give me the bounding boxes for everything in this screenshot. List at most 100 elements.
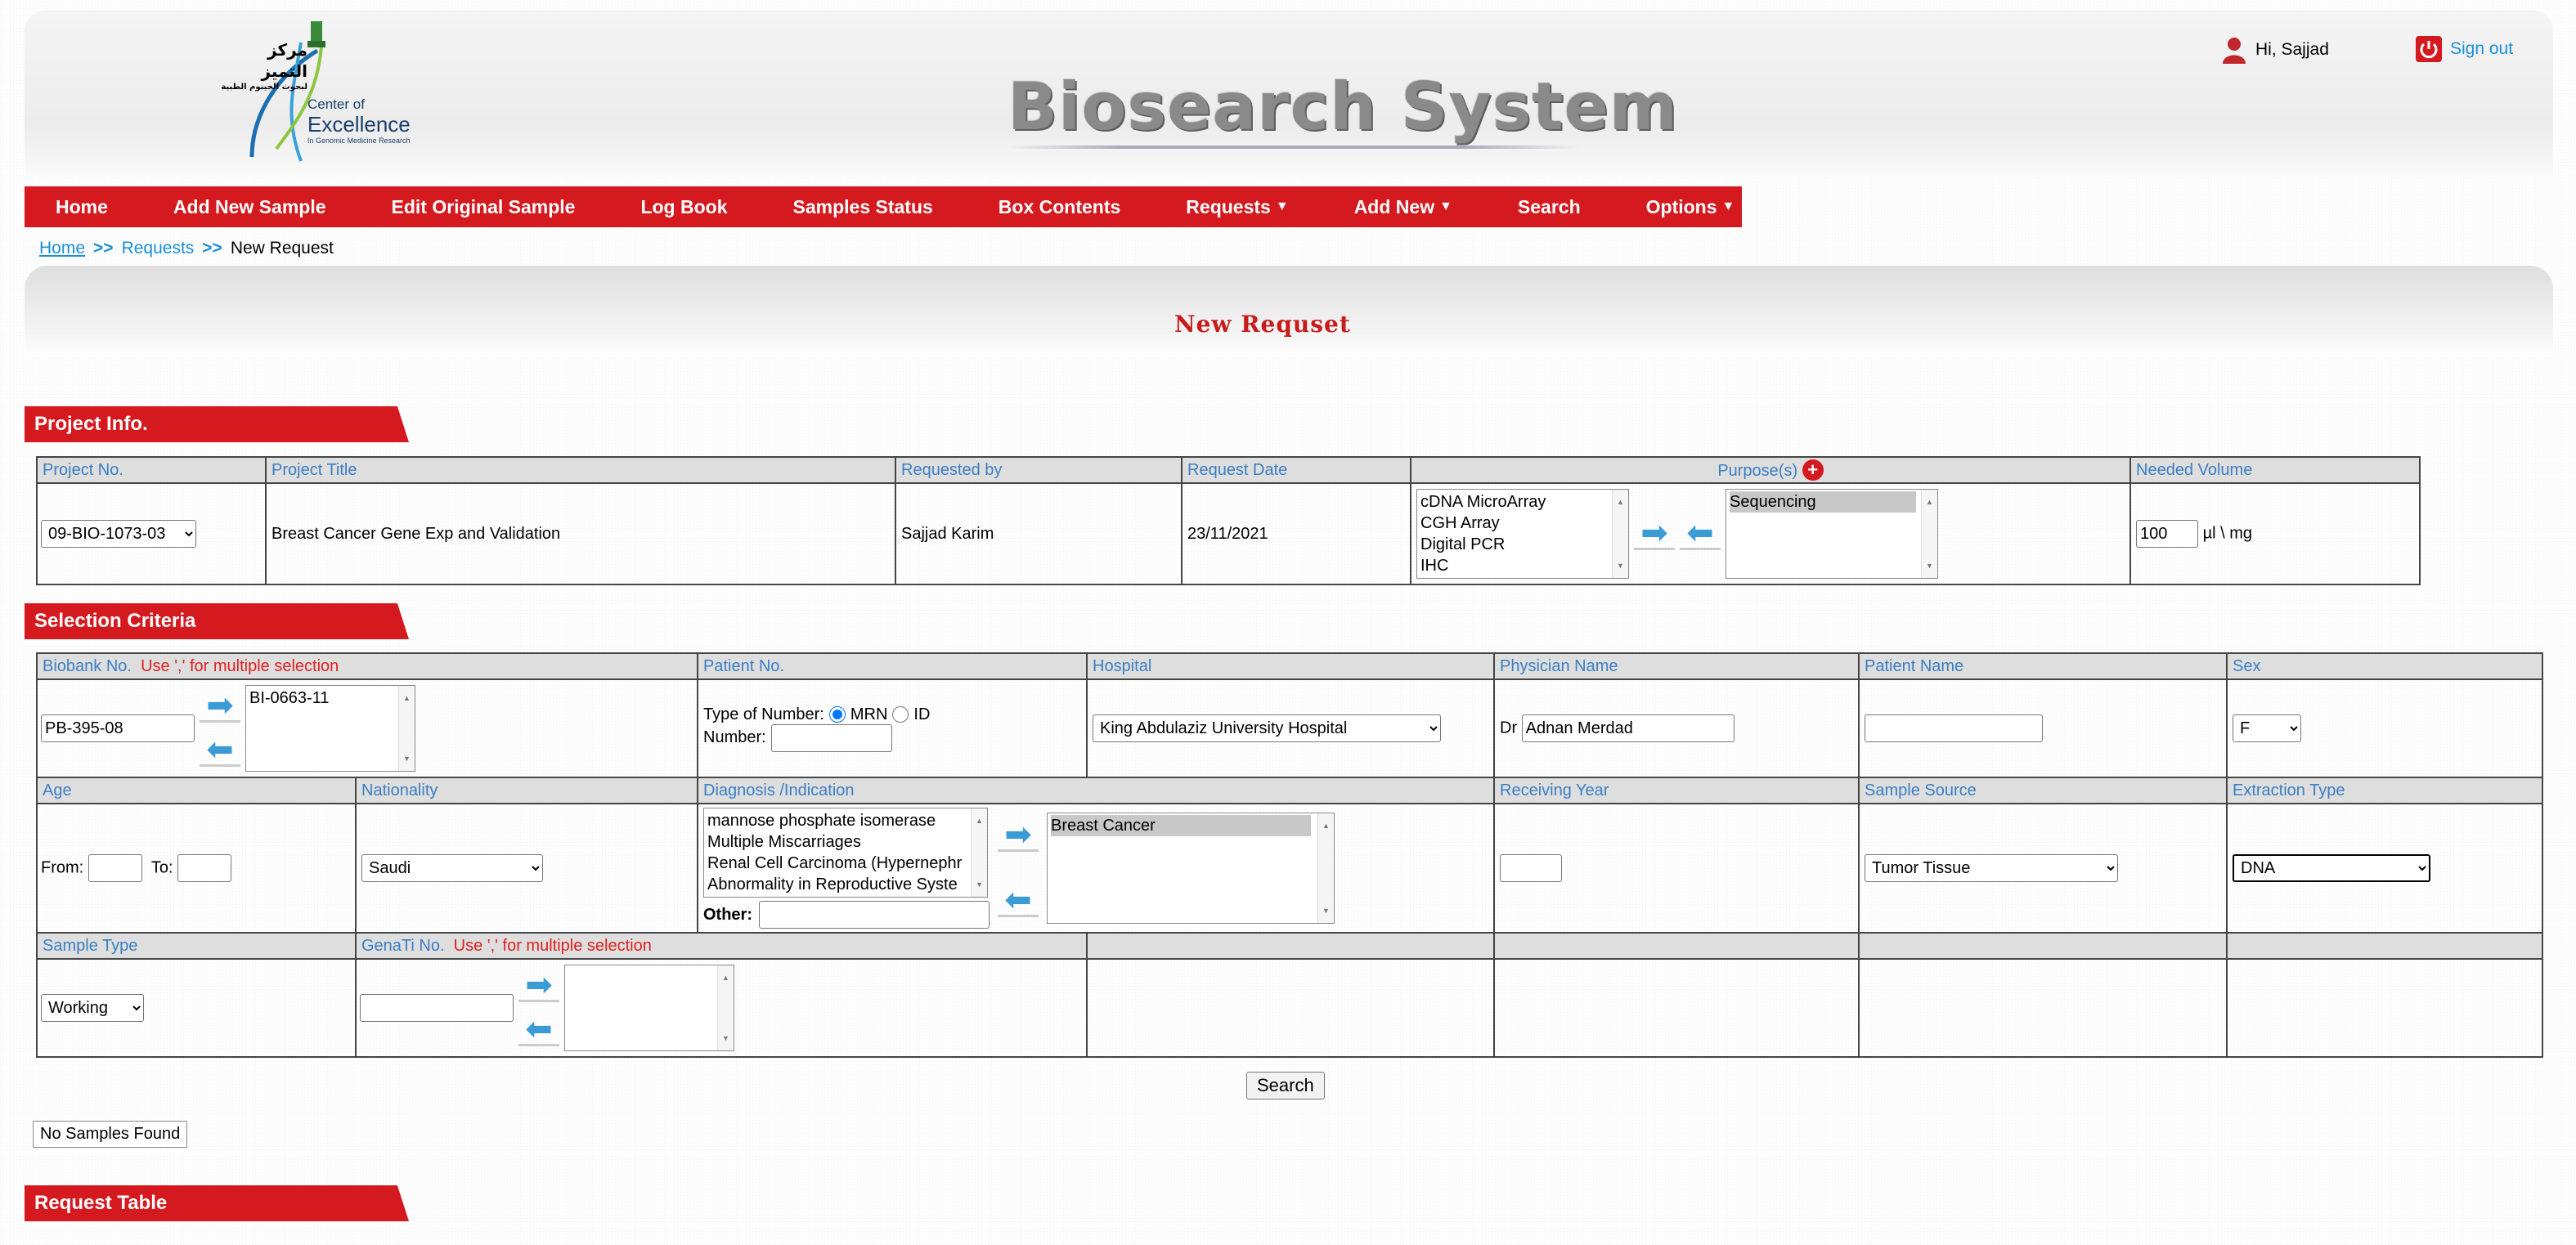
- patient-name-input[interactable]: [1865, 714, 2043, 742]
- scrollbar[interactable]: [1317, 813, 1334, 923]
- extraction-type-select[interactable]: DNA: [2233, 854, 2430, 882]
- no-samples-message: No Samples Found: [33, 1121, 188, 1148]
- add-purpose-icon[interactable]: +: [1802, 459, 1824, 481]
- arrow-left-icon[interactable]: ⬅: [200, 733, 240, 767]
- nav-add-new-label: Add New: [1353, 195, 1435, 217]
- mrn-radio[interactable]: [828, 706, 846, 723]
- patient-number-input[interactable]: [770, 723, 892, 752]
- purpose-option[interactable]: Digital PCR: [1420, 534, 1625, 555]
- header-sex: Sex: [2226, 652, 2543, 680]
- scrollbar[interactable]: [717, 965, 734, 1050]
- arrow-left-icon[interactable]: ⬅: [1680, 517, 1721, 550]
- header-purposes-label: Purpose(s): [1717, 462, 1798, 480]
- diagnosis-option[interactable]: mannose phosphate isomerase: [707, 810, 984, 831]
- nav-add-new[interactable]: Add New ▼: [1354, 196, 1452, 218]
- header-needed-volume: Needed Volume: [2129, 456, 2421, 484]
- section-selection-criteria: Selection Criteria: [25, 603, 409, 639]
- receiving-year-input[interactable]: [1500, 854, 1562, 882]
- scrollbar[interactable]: [971, 808, 987, 897]
- header-biobank-no: Biobank No. Use ',' for multiple selecti…: [36, 652, 698, 680]
- scrollbar[interactable]: [1612, 490, 1628, 578]
- nav-add-new-sample[interactable]: Add New Sample: [173, 196, 326, 218]
- nav-edit-original-sample[interactable]: Edit Original Sample: [392, 196, 576, 218]
- nav-home[interactable]: Home: [56, 196, 108, 218]
- breadcrumb-requests[interactable]: Requests: [122, 239, 195, 258]
- title-underline: [1008, 146, 1580, 149]
- arrow-left-icon[interactable]: ⬅: [518, 1013, 559, 1046]
- power-icon: [2416, 36, 2442, 62]
- physician-name-input[interactable]: [1521, 714, 1735, 742]
- biobank-selected-option[interactable]: BI-0663-11: [249, 687, 411, 709]
- purpose-option[interactable]: CGH Array: [1420, 513, 1625, 534]
- header-purposes: Purpose(s) +: [1410, 456, 2131, 484]
- header-genati-label: GenaTi No.: [361, 936, 445, 955]
- nav-log-book[interactable]: Log Book: [640, 196, 727, 218]
- nav-search[interactable]: Search: [1518, 196, 1581, 218]
- diagnosis-selected-list[interactable]: Breast Cancer: [1047, 813, 1335, 924]
- sex-select[interactable]: F: [2233, 714, 2301, 742]
- chevron-down-icon: ▼: [1439, 199, 1452, 213]
- purpose-selected-list[interactable]: Sequencing: [1726, 489, 1938, 579]
- breadcrumb-home[interactable]: Home: [39, 239, 85, 258]
- nationality-select[interactable]: Saudi: [361, 854, 543, 882]
- diagnosis-option[interactable]: Multiple Miscarriages: [707, 831, 984, 853]
- type-of-number-group: Type of Number: MRN ID: [703, 705, 1081, 724]
- arrow-right-icon[interactable]: ➡: [518, 969, 559, 1002]
- user-icon: [2223, 38, 2246, 64]
- header-extraction-type: Extraction Type: [2226, 777, 2543, 804]
- logo-english-line1: Center of: [307, 96, 365, 112]
- nav-requests[interactable]: Requests ▼: [1186, 196, 1288, 218]
- age-from-input[interactable]: [88, 854, 142, 882]
- header-receiving-year: Receiving Year: [1493, 777, 1860, 804]
- purpose-available-list[interactable]: cDNA MicroArray CGH Array Digital PCR IH…: [1416, 489, 1629, 579]
- diagnosis-option[interactable]: Abnormality in Reproductive Syste: [707, 874, 984, 895]
- sample-source-select[interactable]: Tumor Tissue: [1865, 854, 2118, 882]
- biobank-no-input[interactable]: [41, 714, 195, 742]
- nav-box-contents[interactable]: Box Contents: [999, 196, 1121, 218]
- genati-selected-list[interactable]: [564, 965, 734, 1051]
- header-empty: [1086, 932, 1495, 960]
- purpose-option[interactable]: IHC: [1420, 555, 1625, 576]
- empty-cell: [1493, 958, 1860, 1058]
- logo: مركز التميز لبحوث الجينوم الطبية Center …: [178, 18, 427, 162]
- logo-arabic-line1: مركز: [267, 40, 307, 60]
- diagnosis-option[interactable]: Renal Cell Carcinoma (Hypernephr: [707, 853, 984, 874]
- nav-options[interactable]: Options ▼: [1646, 196, 1735, 218]
- breadcrumb-current: New Request: [230, 239, 334, 258]
- arrow-left-icon[interactable]: ⬅: [998, 884, 1039, 917]
- header-requested-by: Requested by: [895, 456, 1183, 484]
- logo-english-line3: In Genomic Medicine Research: [307, 137, 411, 145]
- arrow-right-icon[interactable]: ➡: [998, 818, 1039, 852]
- hospital-select[interactable]: King Abdulaziz University Hospital: [1093, 714, 1441, 742]
- other-diagnosis-input[interactable]: [759, 901, 990, 929]
- diagnosis-available-list[interactable]: mannose phosphate isomerase Multiple Mis…: [703, 808, 988, 898]
- age-to-input[interactable]: [177, 854, 232, 882]
- genati-hint: Use ',' for multiple selection: [453, 936, 652, 955]
- user-greeting: Hi, Sajjad: [2221, 36, 2329, 64]
- diagnosis-selected-option[interactable]: Breast Cancer: [1051, 815, 1311, 836]
- search-button[interactable]: Search: [1246, 1072, 1325, 1099]
- sign-out-link[interactable]: Sign out: [2416, 36, 2513, 62]
- nav-search-label: Search: [1517, 195, 1581, 217]
- purpose-selected-option[interactable]: Sequencing: [1730, 491, 1916, 513]
- biobank-selected-list[interactable]: BI-0663-11: [245, 685, 415, 772]
- purpose-option[interactable]: cDNA MicroArray: [1420, 491, 1625, 513]
- needed-volume-input[interactable]: [2136, 520, 2198, 548]
- breadcrumb-separator: >>: [93, 239, 114, 258]
- project-title-value: Breast Cancer Gene Exp and Validation: [265, 482, 896, 585]
- arrow-right-icon[interactable]: ➡: [200, 689, 240, 723]
- sample-type-select[interactable]: Working: [41, 994, 144, 1022]
- mrn-label: MRN: [850, 705, 888, 723]
- nav-options-label: Options: [1645, 195, 1717, 217]
- header-nationality: Nationality: [355, 777, 698, 804]
- nav-samples-status[interactable]: Samples Status: [793, 196, 933, 218]
- scrollbar[interactable]: [398, 686, 415, 771]
- arrow-right-icon[interactable]: ➡: [1634, 517, 1675, 550]
- section-project-info: Project Info.: [25, 406, 409, 442]
- genati-no-input[interactable]: [360, 994, 514, 1022]
- requested-by-value: Sajjad Karim: [895, 482, 1183, 585]
- scrollbar[interactable]: [1921, 490, 1937, 578]
- project-no-select[interactable]: 09-BIO-1073-03: [41, 520, 196, 548]
- id-radio[interactable]: [892, 706, 909, 723]
- id-label: ID: [913, 705, 931, 723]
